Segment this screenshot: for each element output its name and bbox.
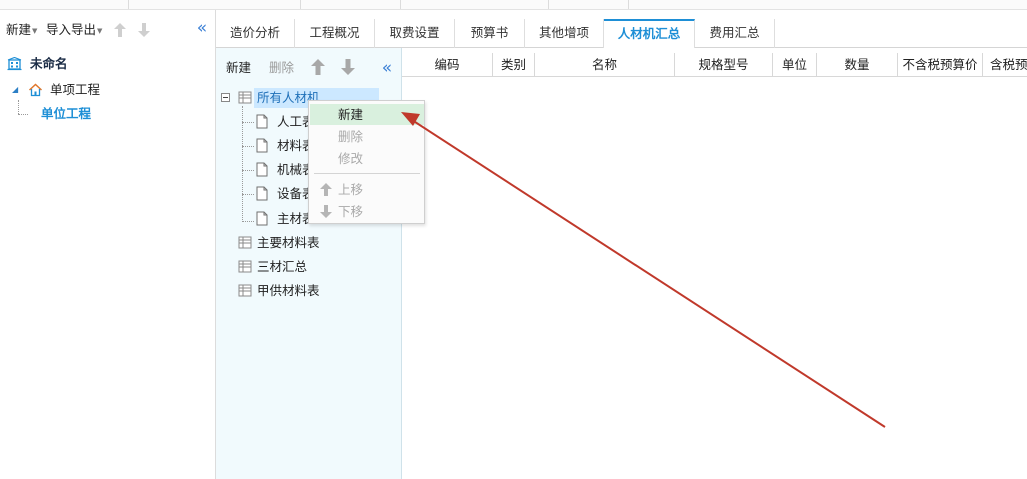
annotation-arrow-line: [411, 119, 886, 428]
annotation-arrow: [401, 112, 886, 428]
